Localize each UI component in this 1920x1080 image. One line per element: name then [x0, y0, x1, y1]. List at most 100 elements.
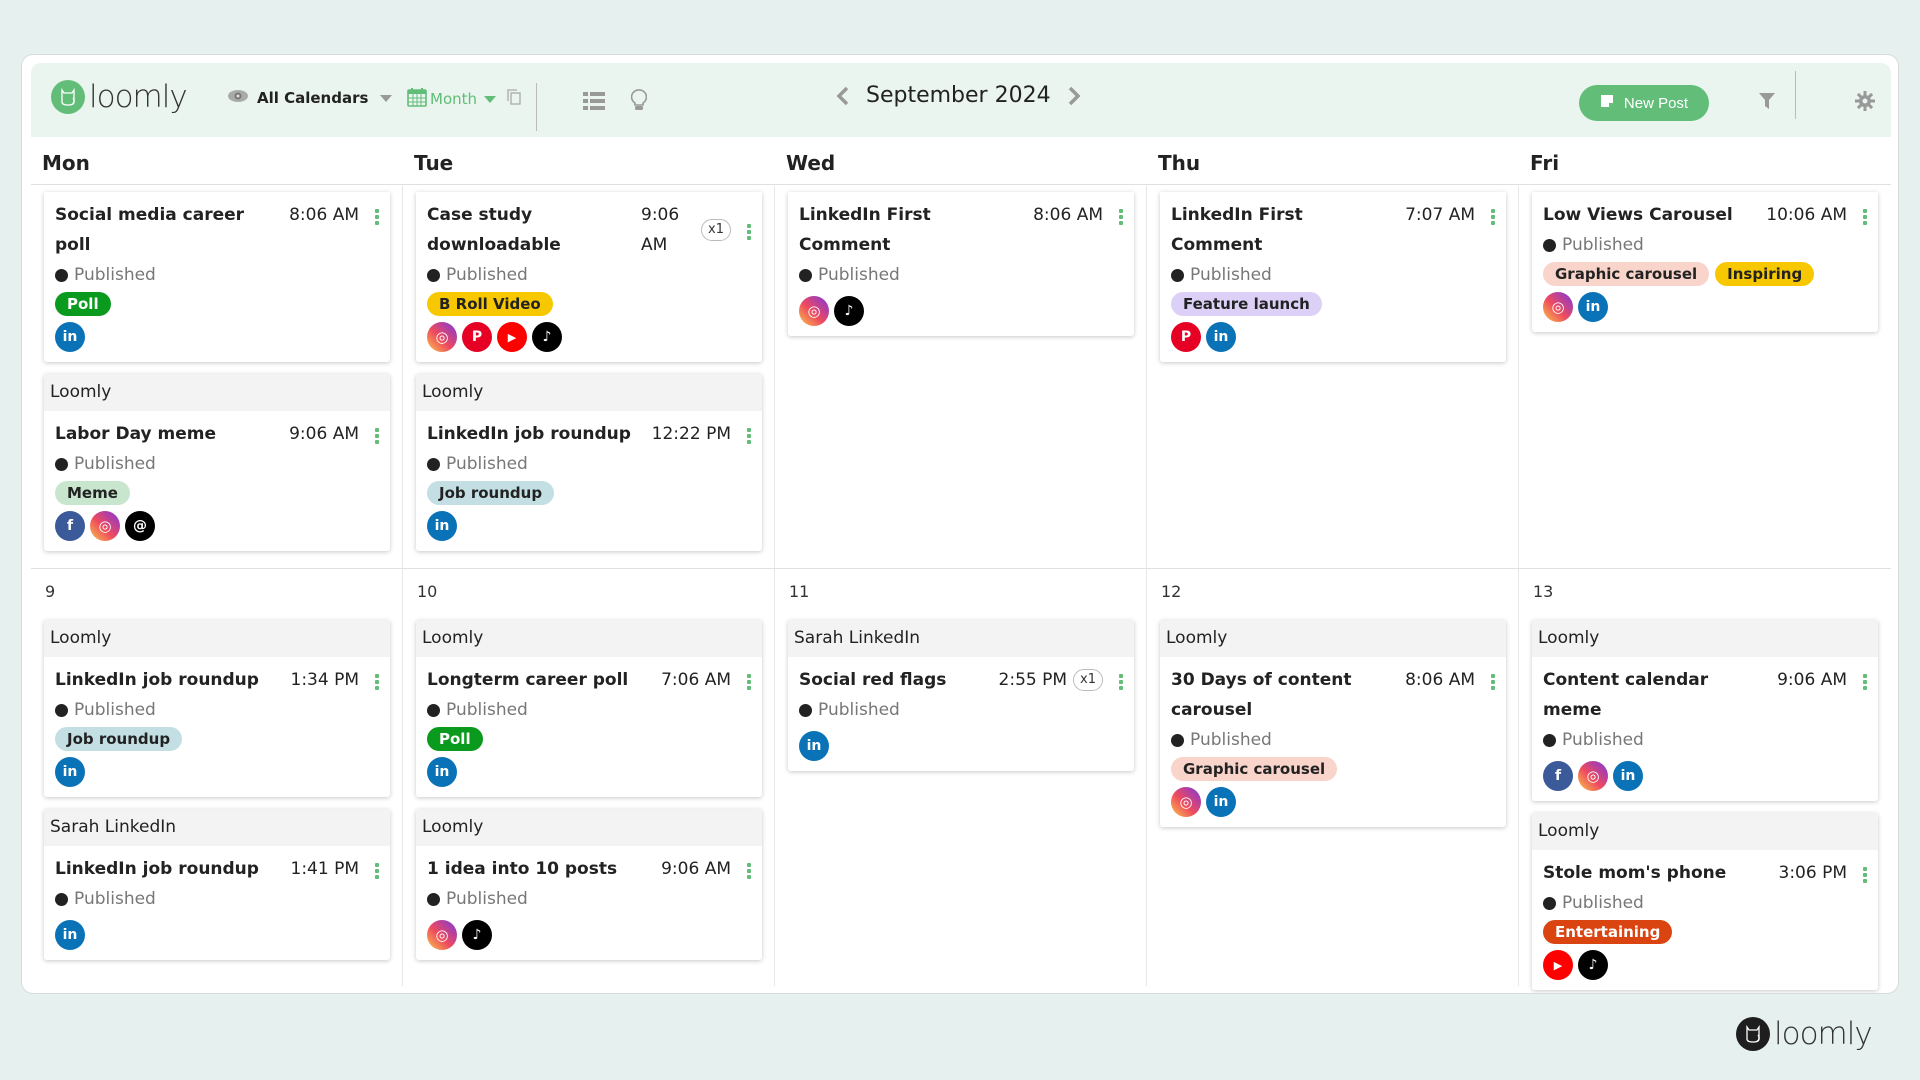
- lightbulb-icon[interactable]: [631, 89, 647, 111]
- post-card[interactable]: Loomly LinkedIn job roundup 12:22 PM Publis…: [416, 374, 762, 551]
- copy-icon[interactable]: [507, 89, 521, 109]
- more-options-icon[interactable]: [747, 671, 751, 690]
- more-options-icon[interactable]: [1119, 206, 1123, 225]
- post-header-row: Labor Day meme 9:06 AM: [55, 419, 379, 449]
- social-networks: ▶ ♪: [1543, 950, 1867, 980]
- instagram-icon: ◎: [1578, 761, 1608, 791]
- post-title[interactable]: Social media career poll: [55, 200, 270, 260]
- post-card[interactable]: Low Views Carousel 10:06 AM Published Graph…: [1532, 192, 1878, 332]
- filter-icon[interactable]: [1759, 93, 1775, 109]
- post-card[interactable]: Loomly 1 idea into 10 posts 9:06 AM Publish…: [416, 809, 762, 960]
- threads-icon: @: [125, 511, 155, 541]
- post-time-group: 1:34 PM: [290, 665, 379, 695]
- list-view-icon[interactable]: [583, 91, 605, 111]
- more-options-icon[interactable]: [747, 425, 751, 444]
- post-time-group: 2:55 PM x1: [999, 665, 1123, 695]
- post-title[interactable]: Stole mom's phone: [1543, 858, 1726, 888]
- post-header-row: Low Views Carousel 10:06 AM: [1543, 200, 1867, 230]
- post-status: Published: [427, 260, 751, 290]
- post-card[interactable]: Loomly Stole mom's phone 3:06 PM Published E…: [1532, 813, 1878, 990]
- social-networks: in: [427, 511, 751, 541]
- more-options-icon[interactable]: [375, 860, 379, 879]
- post-title[interactable]: Labor Day meme: [55, 419, 216, 449]
- post-card[interactable]: Loomly Content calendar meme 9:06 AM Publis…: [1532, 620, 1878, 801]
- more-options-icon[interactable]: [1863, 864, 1867, 883]
- view-select[interactable]: Month: [407, 87, 521, 111]
- post-title[interactable]: Low Views Carousel: [1543, 200, 1733, 230]
- post-status: Published: [427, 449, 751, 479]
- calendar-select-label: All Calendars: [257, 89, 369, 107]
- social-networks: ◎ in: [1171, 787, 1495, 817]
- more-options-icon[interactable]: [375, 425, 379, 444]
- post-time-group: 9:06 AM x1: [641, 200, 751, 260]
- status-label: Published: [446, 265, 528, 285]
- status-label: Published: [74, 265, 156, 285]
- status-label: Published: [818, 265, 900, 285]
- post-time-group: 8:06 AM: [1405, 665, 1495, 695]
- status-dot-icon: [55, 892, 68, 906]
- more-options-icon[interactable]: [1863, 671, 1867, 690]
- app-logo[interactable]: loomly: [51, 79, 188, 115]
- post-card[interactable]: Case study downloadable 9:06 AM x1 Publishe…: [416, 192, 762, 362]
- post-card[interactable]: Loomly 30 Days of content carousel 8:06 AM…: [1160, 620, 1506, 827]
- post-title[interactable]: Content calendar meme: [1543, 665, 1758, 725]
- post-title[interactable]: Case study downloadable: [427, 200, 641, 260]
- post-card[interactable]: LinkedIn First Comment 7:07 AM Published Fe…: [1160, 192, 1506, 362]
- post-title[interactable]: LinkedIn First Comment: [799, 200, 1014, 260]
- post-time: 9:06 AM: [641, 205, 680, 255]
- social-networks: in: [799, 731, 1123, 761]
- more-options-icon[interactable]: [1863, 206, 1867, 225]
- more-options-icon[interactable]: [747, 221, 751, 240]
- post-card[interactable]: Loomly Longterm career poll 7:06 AM Publish…: [416, 620, 762, 797]
- post-title[interactable]: LinkedIn job roundup: [427, 419, 631, 449]
- instagram-icon: ◎: [90, 511, 120, 541]
- post-card[interactable]: Loomly LinkedIn job roundup 1:34 PM Publish…: [44, 620, 390, 797]
- month-navigation: September 2024: [836, 83, 1081, 108]
- more-options-icon[interactable]: [1491, 671, 1495, 690]
- next-month-button[interactable]: [1067, 86, 1081, 106]
- new-post-button[interactable]: New Post: [1579, 85, 1709, 121]
- calendar-window: loomly All Calendars Month September 202…: [21, 54, 1899, 994]
- label-badge: Poll: [55, 292, 111, 316]
- post-title[interactable]: LinkedIn job roundup: [55, 665, 259, 695]
- post-labels: Meme: [55, 481, 379, 505]
- day-number: 9: [45, 582, 56, 601]
- gear-icon[interactable]: [1855, 91, 1875, 111]
- post-time-group: 10:06 AM: [1766, 200, 1867, 230]
- week-divider: [31, 568, 1891, 569]
- post-header-row: Stole mom's phone 3:06 PM: [1543, 858, 1867, 888]
- status-dot-icon: [1171, 733, 1184, 747]
- status-label: Published: [74, 700, 156, 720]
- linkedin-icon: in: [55, 322, 85, 352]
- post-card[interactable]: Sarah LinkedIn Social red flags 2:55 PM x1 P…: [788, 620, 1134, 771]
- more-options-icon[interactable]: [375, 206, 379, 225]
- post-card[interactable]: Loomly Labor Day meme 9:06 AM Published Meme…: [44, 374, 390, 551]
- more-options-icon[interactable]: [747, 860, 751, 879]
- status-label: Published: [74, 889, 156, 909]
- calendar-select[interactable]: All Calendars: [227, 89, 393, 107]
- post-time: 7:07 AM: [1405, 205, 1475, 225]
- post-card[interactable]: Social media career poll 8:06 AM Published…: [44, 192, 390, 362]
- post-header-row: LinkedIn First Comment 7:07 AM: [1171, 200, 1495, 260]
- post-title[interactable]: Longterm career poll: [427, 665, 628, 695]
- post-card[interactable]: Sarah LinkedIn LinkedIn job roundup 1:41 P…: [44, 809, 390, 960]
- more-options-icon[interactable]: [1119, 671, 1123, 690]
- post-title[interactable]: 30 Days of content carousel: [1171, 665, 1386, 725]
- more-options-icon[interactable]: [1491, 206, 1495, 225]
- post-title[interactable]: Social red flags: [799, 665, 946, 695]
- calendar-name: Loomly: [44, 374, 390, 411]
- social-networks: ◎ in: [1543, 292, 1867, 322]
- post-time: 9:06 AM: [661, 859, 731, 879]
- status-label: Published: [74, 454, 156, 474]
- post-body: 30 Days of content carousel 8:06 AM Publis…: [1160, 657, 1506, 827]
- more-options-icon[interactable]: [375, 671, 379, 690]
- post-title[interactable]: 1 idea into 10 posts: [427, 854, 617, 884]
- post-title[interactable]: LinkedIn First Comment: [1171, 200, 1386, 260]
- post-time: 10:06 AM: [1766, 205, 1847, 225]
- post-card[interactable]: LinkedIn First Comment 8:06 AM Published ◎ ♪: [788, 192, 1134, 336]
- prev-month-button[interactable]: [836, 86, 850, 106]
- social-networks: in: [55, 322, 379, 352]
- post-time: 1:34 PM: [290, 670, 360, 690]
- post-title[interactable]: LinkedIn job roundup: [55, 854, 259, 884]
- status-dot-icon: [427, 457, 440, 471]
